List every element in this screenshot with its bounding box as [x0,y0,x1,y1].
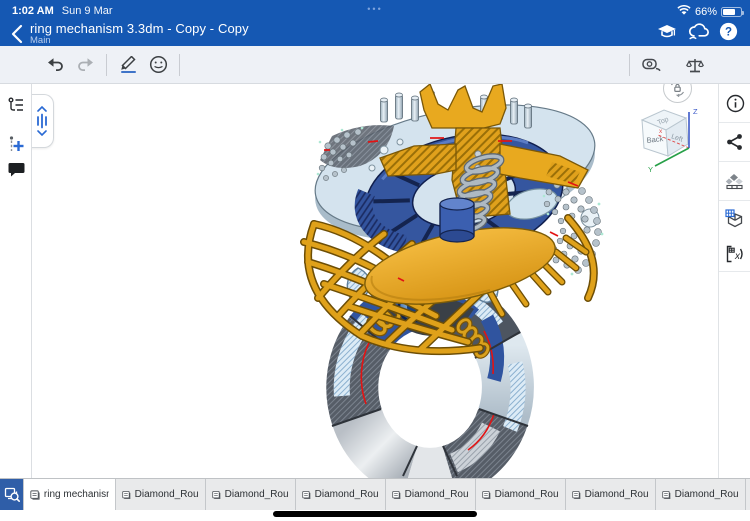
view-cube[interactable]: Top Back Left Z Y x [628,104,700,176]
back-chevron-icon [8,22,28,46]
share-button[interactable] [719,123,750,162]
tab-part-studio[interactable]: Diamond_Round (... [206,479,296,510]
balance-scale-icon [686,57,704,74]
help-button[interactable]: ? [719,22,738,41]
comment-bubble-icon [8,161,25,177]
tab-part-studio[interactable]: ring mechanism 3 [23,479,116,510]
tab-part-studio[interactable]: Diamond_Round (... [656,479,746,510]
left-rail [0,84,32,478]
info-icon [726,94,745,113]
mass-properties-button[interactable] [680,50,710,80]
battery-percent: 66% [695,6,717,18]
chevron-up-icon [37,106,47,112]
workspace-name: Main [30,35,51,46]
variables-icon: x [725,245,745,263]
axis-z-label: Z [693,107,698,116]
part-studio-tab-icon [392,489,401,501]
tab-bar: ring mechanism 3 Diamond_Round (... Diam… [0,478,750,510]
undo-icon [46,56,65,73]
document-title: ring mechanism 3.3dm - Copy - Copy [30,21,249,36]
part-studio-tab-icon [662,489,671,501]
follow-mode-button[interactable] [687,23,709,41]
tab-part-studio[interactable]: Diamond_Round (... [746,479,750,510]
feature-panel-handle[interactable] [32,94,54,148]
ring-mechanism-model [32,84,718,478]
share-icon [726,133,744,151]
feature-list-button[interactable] [0,92,32,118]
tab-part-studio[interactable]: Diamond_Round (... [566,479,656,510]
markup-pen-button[interactable] [113,50,143,80]
axis-y-label: Y [648,165,653,174]
tab-label: Diamond_Round (... [225,489,289,500]
app-screen: 1:02 AM Sun 9 Mar ••• 66% ring mechanism… [0,0,750,521]
tab-label: ring mechanism 3 [44,489,109,500]
add-feature-icon [7,135,25,155]
part-studio-tab-icon [30,489,40,501]
tab-search-icon [4,487,20,502]
part-studio-tab-icon [482,489,491,501]
tab-label: Diamond_Round (... [135,489,199,500]
variables-button[interactable]: x [719,236,750,272]
back-button[interactable] [8,22,28,46]
graduation-cap-icon [657,23,677,41]
appearance-button[interactable] [719,162,750,201]
comments-button[interactable] [0,156,32,182]
document-header: ring mechanism 3.3dm - Copy - Copy Main … [0,24,750,46]
tab-part-studio[interactable]: Diamond_Round (... [296,479,386,510]
learning-center-button[interactable] [657,23,677,41]
reactions-button[interactable] [143,50,173,80]
tab-part-studio[interactable]: Diamond_Round (... [386,479,476,510]
rotate-lock-icon [668,84,687,98]
tab-label: Diamond_Round (... [405,489,469,500]
materials-gems-icon [725,172,745,190]
tab-label: Diamond_Round (... [585,489,649,500]
info-panel-button[interactable] [719,84,750,123]
part-studio-tab-icon [212,489,221,501]
tab-part-studio[interactable]: Diamond_Round (... [116,479,206,510]
multitask-dots-icon: ••• [0,4,750,14]
toolbar [0,46,750,84]
blue-hub [440,198,474,242]
wifi-icon [677,5,691,19]
home-indicator[interactable] [273,511,477,517]
tab-label: Diamond_Round (... [675,489,739,500]
panel-grip-icon [35,113,49,129]
insert-feature-button[interactable] [0,132,32,158]
undo-button[interactable] [40,50,70,80]
tab-part-studio[interactable]: Diamond_Round (... [476,479,566,510]
tab-label: Diamond_Round (... [495,489,559,500]
part-studio-tab-icon [572,489,581,501]
cube-grid-icon [725,209,745,228]
svg-text:?: ? [725,27,732,39]
right-rail: x [718,84,750,478]
redo-button[interactable] [70,50,100,80]
smiley-icon [149,55,168,74]
svg-text:x: x [734,251,741,262]
redo-icon [76,56,95,73]
tab-label: Diamond_Round (... [315,489,379,500]
sync-cloud-icon [687,23,709,41]
tab-manager-button[interactable] [0,479,23,510]
measure-tape-icon [641,57,661,73]
chevron-down-icon [37,130,47,136]
battery-icon [721,7,742,17]
help-icon: ? [719,22,738,41]
model-viewport[interactable]: Top Back Left Z Y x [32,84,718,478]
part-studio-tab-icon [302,489,311,501]
measure-button[interactable] [636,50,666,80]
part-studio-tab-icon [122,489,131,501]
pen-color-indicator [121,71,136,74]
view-cube-back-label: Back [646,134,664,145]
pencil-icon [120,56,137,70]
feature-tree-icon [7,96,25,114]
configurations-button[interactable] [719,201,750,236]
